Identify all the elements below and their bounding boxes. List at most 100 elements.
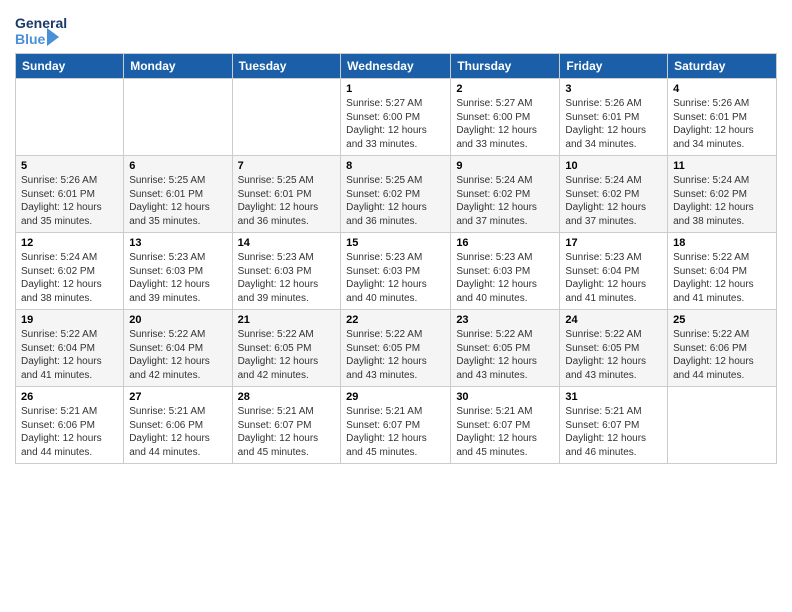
calendar-cell <box>124 79 232 156</box>
day-info: Sunrise: 5:27 AM Sunset: 6:00 PM Dayligh… <box>456 97 554 151</box>
weekday-header-monday: Monday <box>124 54 232 79</box>
calendar-header-row: SundayMondayTuesdayWednesdayThursdayFrid… <box>16 54 777 79</box>
calendar-cell <box>668 387 777 464</box>
day-info: Sunrise: 5:21 AM Sunset: 6:07 PM Dayligh… <box>565 405 662 459</box>
weekday-header-thursday: Thursday <box>451 54 560 79</box>
calendar-week-row: 1Sunrise: 5:27 AM Sunset: 6:00 PM Daylig… <box>16 79 777 156</box>
day-number: 3 <box>565 83 662 95</box>
calendar-cell: 17 Sunrise: 5:23 AM Sunset: 6:04 PM Dayli… <box>560 233 668 310</box>
calendar-cell: 16 Sunrise: 5:23 AM Sunset: 6:03 PM Dayli… <box>451 233 560 310</box>
weekday-header-saturday: Saturday <box>668 54 777 79</box>
calendar-cell: 14 Sunrise: 5:23 AM Sunset: 6:03 PM Dayli… <box>232 233 341 310</box>
day-number: 21 <box>238 314 336 326</box>
day-info: Sunrise: 5:24 AM Sunset: 6:02 PM Dayligh… <box>21 251 118 305</box>
day-info: Sunrise: 5:26 AM Sunset: 6:01 PM Dayligh… <box>21 174 118 228</box>
day-number: 7 <box>238 160 336 172</box>
day-number: 12 <box>21 237 118 249</box>
calendar-cell: 8 Sunrise: 5:25 AM Sunset: 6:02 PM Daylig… <box>341 156 451 233</box>
day-info: Sunrise: 5:22 AM Sunset: 6:04 PM Dayligh… <box>129 328 226 382</box>
day-number: 9 <box>456 160 554 172</box>
day-info: Sunrise: 5:27 AM Sunset: 6:00 PM Dayligh… <box>346 97 445 151</box>
calendar-cell: 11 Sunrise: 5:24 AM Sunset: 6:02 PM Dayli… <box>668 156 777 233</box>
calendar-cell: 31 Sunrise: 5:21 AM Sunset: 6:07 PM Dayli… <box>560 387 668 464</box>
day-number: 28 <box>238 391 336 403</box>
day-number: 13 <box>129 237 226 249</box>
calendar-week-row: 12 Sunrise: 5:24 AM Sunset: 6:02 PM Dayli… <box>16 233 777 310</box>
day-number: 31 <box>565 391 662 403</box>
calendar-week-row: 5 Sunrise: 5:26 AM Sunset: 6:01 PM Daylig… <box>16 156 777 233</box>
calendar-cell: 1Sunrise: 5:27 AM Sunset: 6:00 PM Daylig… <box>341 79 451 156</box>
day-info: Sunrise: 5:25 AM Sunset: 6:02 PM Dayligh… <box>346 174 445 228</box>
day-info: Sunrise: 5:22 AM Sunset: 6:04 PM Dayligh… <box>673 251 771 305</box>
weekday-header-sunday: Sunday <box>16 54 124 79</box>
calendar-cell: 22 Sunrise: 5:22 AM Sunset: 6:05 PM Dayli… <box>341 310 451 387</box>
day-info: Sunrise: 5:26 AM Sunset: 6:01 PM Dayligh… <box>673 97 771 151</box>
day-number: 20 <box>129 314 226 326</box>
day-number: 6 <box>129 160 226 172</box>
weekday-header-friday: Friday <box>560 54 668 79</box>
day-number: 24 <box>565 314 662 326</box>
day-number: 23 <box>456 314 554 326</box>
calendar-cell: 27Sunrise: 5:21 AM Sunset: 6:06 PM Dayli… <box>124 387 232 464</box>
calendar-cell: 20 Sunrise: 5:22 AM Sunset: 6:04 PM Dayli… <box>124 310 232 387</box>
day-number: 8 <box>346 160 445 172</box>
calendar-cell: 23 Sunrise: 5:22 AM Sunset: 6:05 PM Dayli… <box>451 310 560 387</box>
day-info: Sunrise: 5:22 AM Sunset: 6:06 PM Dayligh… <box>673 328 771 382</box>
calendar-cell: 21 Sunrise: 5:22 AM Sunset: 6:05 PM Dayli… <box>232 310 341 387</box>
calendar-cell: 7Sunrise: 5:25 AM Sunset: 6:01 PM Daylig… <box>232 156 341 233</box>
calendar-cell: 18 Sunrise: 5:22 AM Sunset: 6:04 PM Dayli… <box>668 233 777 310</box>
day-info: Sunrise: 5:22 AM Sunset: 6:05 PM Dayligh… <box>346 328 445 382</box>
day-number: 26 <box>21 391 118 403</box>
day-number: 15 <box>346 237 445 249</box>
day-number: 14 <box>238 237 336 249</box>
calendar-cell: 29 Sunrise: 5:21 AM Sunset: 6:07 PM Dayli… <box>341 387 451 464</box>
calendar-cell: 24Sunrise: 5:22 AM Sunset: 6:05 PM Dayli… <box>560 310 668 387</box>
calendar-cell: 3 Sunrise: 5:26 AM Sunset: 6:01 PM Daylig… <box>560 79 668 156</box>
calendar-week-row: 19Sunrise: 5:22 AM Sunset: 6:04 PM Dayli… <box>16 310 777 387</box>
day-info: Sunrise: 5:21 AM Sunset: 6:07 PM Dayligh… <box>456 405 554 459</box>
day-number: 4 <box>673 83 771 95</box>
day-number: 11 <box>673 160 771 172</box>
day-info: Sunrise: 5:23 AM Sunset: 6:03 PM Dayligh… <box>456 251 554 305</box>
day-number: 25 <box>673 314 771 326</box>
calendar-cell: 6Sunrise: 5:25 AM Sunset: 6:01 PM Daylig… <box>124 156 232 233</box>
logo-blue: Blue <box>15 31 45 47</box>
calendar-cell: 12 Sunrise: 5:24 AM Sunset: 6:02 PM Dayli… <box>16 233 124 310</box>
calendar-table: SundayMondayTuesdayWednesdayThursdayFrid… <box>15 53 777 464</box>
calendar-cell: 13 Sunrise: 5:23 AM Sunset: 6:03 PM Dayli… <box>124 233 232 310</box>
day-info: Sunrise: 5:21 AM Sunset: 6:07 PM Dayligh… <box>346 405 445 459</box>
day-number: 5 <box>21 160 118 172</box>
calendar-cell: 25 Sunrise: 5:22 AM Sunset: 6:06 PM Dayli… <box>668 310 777 387</box>
day-number: 16 <box>456 237 554 249</box>
calendar-cell <box>16 79 124 156</box>
day-number: 18 <box>673 237 771 249</box>
day-info: Sunrise: 5:22 AM Sunset: 6:05 PM Dayligh… <box>238 328 336 382</box>
day-number: 17 <box>565 237 662 249</box>
calendar-cell <box>232 79 341 156</box>
day-number: 10 <box>565 160 662 172</box>
day-info: Sunrise: 5:24 AM Sunset: 6:02 PM Dayligh… <box>673 174 771 228</box>
day-info: Sunrise: 5:23 AM Sunset: 6:03 PM Dayligh… <box>129 251 226 305</box>
calendar-cell: 26 Sunrise: 5:21 AM Sunset: 6:06 PM Dayli… <box>16 387 124 464</box>
logo: General Blue <box>15 15 67 47</box>
page-header: General Blue <box>15 15 777 47</box>
weekday-header-wednesday: Wednesday <box>341 54 451 79</box>
day-number: 30 <box>456 391 554 403</box>
weekday-header-tuesday: Tuesday <box>232 54 341 79</box>
calendar-cell: 19Sunrise: 5:22 AM Sunset: 6:04 PM Dayli… <box>16 310 124 387</box>
calendar-cell: 5 Sunrise: 5:26 AM Sunset: 6:01 PM Daylig… <box>16 156 124 233</box>
day-info: Sunrise: 5:23 AM Sunset: 6:04 PM Dayligh… <box>565 251 662 305</box>
day-number: 29 <box>346 391 445 403</box>
day-info: Sunrise: 5:24 AM Sunset: 6:02 PM Dayligh… <box>565 174 662 228</box>
calendar-cell: 4 Sunrise: 5:26 AM Sunset: 6:01 PM Daylig… <box>668 79 777 156</box>
logo-chevron-icon <box>47 28 59 46</box>
day-number: 22 <box>346 314 445 326</box>
day-info: Sunrise: 5:23 AM Sunset: 6:03 PM Dayligh… <box>238 251 336 305</box>
day-info: Sunrise: 5:21 AM Sunset: 6:06 PM Dayligh… <box>21 405 118 459</box>
day-info: Sunrise: 5:26 AM Sunset: 6:01 PM Dayligh… <box>565 97 662 151</box>
day-info: Sunrise: 5:22 AM Sunset: 6:05 PM Dayligh… <box>456 328 554 382</box>
day-number: 2 <box>456 83 554 95</box>
day-info: Sunrise: 5:21 AM Sunset: 6:06 PM Dayligh… <box>129 405 226 459</box>
calendar-cell: 2 Sunrise: 5:27 AM Sunset: 6:00 PM Daylig… <box>451 79 560 156</box>
day-info: Sunrise: 5:23 AM Sunset: 6:03 PM Dayligh… <box>346 251 445 305</box>
